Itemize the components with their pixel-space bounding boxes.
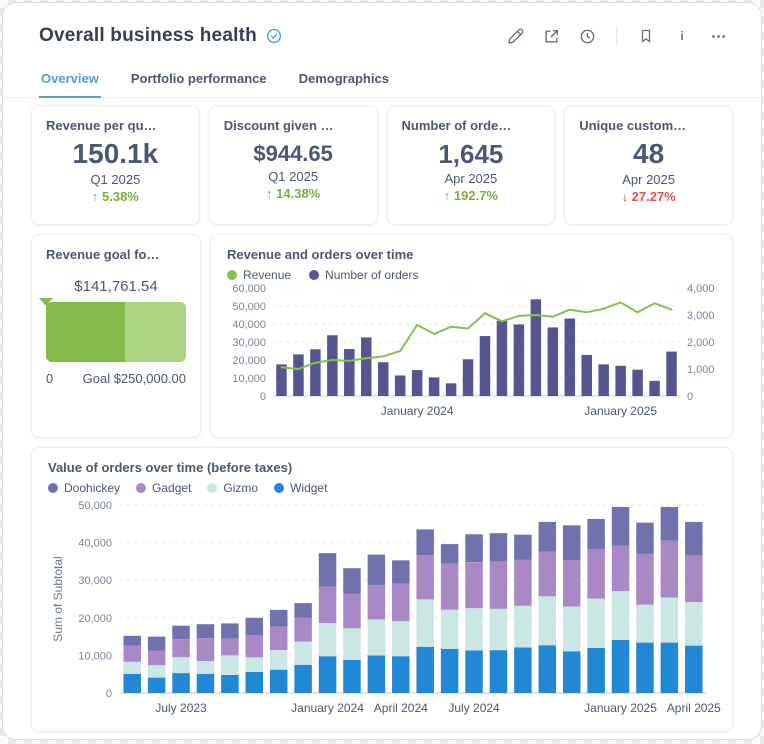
svg-text:10,000: 10,000 <box>232 373 266 385</box>
kpi-period: Apr 2025 <box>622 172 675 187</box>
gauge-min-label: 0 <box>46 371 53 386</box>
svg-text:50,000: 50,000 <box>232 301 266 313</box>
legend-item-gizmo[interactable]: Gizmo <box>207 481 258 495</box>
stacked-chart-card[interactable]: Value of orders over time (before taxes)… <box>31 447 733 732</box>
svg-text:40,000: 40,000 <box>232 319 266 331</box>
svg-text:January 2024: January 2024 <box>291 701 364 715</box>
trend-arrow-icon: ↑ <box>92 189 99 204</box>
kpi-delta: ↑ 5.38% <box>92 189 139 204</box>
svg-text:July 2023: July 2023 <box>155 701 207 715</box>
svg-text:4,000: 4,000 <box>687 283 715 295</box>
kpi-card-title: Unique custom… <box>579 118 718 133</box>
combo-chart-title: Revenue and orders over time <box>227 247 716 262</box>
svg-text:January 2025: January 2025 <box>584 404 657 418</box>
tab-portfolio-performance[interactable]: Portfolio performance <box>129 67 269 97</box>
combo-chart: 0 10,000 20,000 30,000 40,000 50,000 60,000 0 1,… <box>227 282 724 424</box>
verified-badge-icon <box>266 28 282 44</box>
svg-text:2,000: 2,000 <box>687 337 715 349</box>
trend-arrow-icon: ↑ <box>444 188 451 203</box>
kpi-period: Apr 2025 <box>444 171 497 186</box>
header-actions: i <box>502 23 731 49</box>
legend-item-gadget[interactable]: Gadget <box>136 481 191 495</box>
kpi-value: 48 <box>633 139 664 170</box>
kpi-value: $944.65 <box>253 142 333 166</box>
stacked-chart-title: Value of orders over time (before taxes) <box>48 460 716 475</box>
tab-bar: Overview Portfolio performance Demograph… <box>3 49 761 98</box>
kpi-card-title: Number of orde… <box>402 118 541 133</box>
legend-item-revenue[interactable]: Revenue <box>227 268 291 282</box>
svg-text:20,000: 20,000 <box>232 355 266 367</box>
info-icon[interactable]: i <box>669 23 695 49</box>
gauge-card-revenue-goal[interactable]: Revenue goal fo… $141,761.54 0 Goal $250… <box>31 234 201 438</box>
svg-text:i: i <box>680 29 683 43</box>
legend-item-number-of-orders[interactable]: Number of orders <box>309 268 418 282</box>
kpi-value: 150.1k <box>73 139 159 170</box>
ellipsis-icon[interactable] <box>705 23 731 49</box>
share-icon[interactable] <box>538 23 564 49</box>
svg-text:60,000: 60,000 <box>232 283 266 295</box>
gauge-remainder <box>125 302 186 362</box>
svg-text:10,000: 10,000 <box>78 650 112 662</box>
stacked-bar-chart: 0 10,000 20,000 30,000 40,000 50,000 Sum of Su… <box>48 495 724 719</box>
legend-dot-revenue <box>227 270 237 280</box>
svg-text:3,000: 3,000 <box>687 310 715 322</box>
kpi-delta: ↓ 27.27% <box>622 189 676 204</box>
kpi-period: Q1 2025 <box>90 172 140 187</box>
gauge-goal-label: Goal $250,000.00 <box>83 371 186 386</box>
kpi-card-discount-given[interactable]: Discount given … $944.65 Q1 2025 ↑ 14.38… <box>209 105 378 225</box>
legend-dot-gadget <box>136 483 146 493</box>
gauge-value-label: $141,761.54 <box>46 278 186 295</box>
combo-legend: Revenue Number of orders <box>227 268 716 282</box>
kpi-card-title: Discount given … <box>224 118 363 133</box>
kpi-card-title: Revenue per qu… <box>46 118 185 133</box>
svg-text:0: 0 <box>106 688 112 700</box>
kpi-value: 1,645 <box>438 140 503 169</box>
page-title: Overall business health <box>39 25 257 47</box>
trend-arrow-icon: ↑ <box>266 186 273 201</box>
svg-text:1,000: 1,000 <box>687 364 715 376</box>
dashboard-grid: Revenue per qu… 150.1k Q1 2025 ↑ 5.38% D… <box>3 98 761 740</box>
kpi-card-number-of-orders[interactable]: Number of orde… 1,645 Apr 2025 ↑ 192.7% <box>387 105 556 225</box>
stacked-legend: Doohickey Gadget Gizmo Widget <box>48 481 716 495</box>
svg-text:40,000: 40,000 <box>78 538 112 550</box>
gauge-fill <box>46 302 125 362</box>
svg-text:Sum of Subtotal: Sum of Subtotal <box>51 556 65 641</box>
svg-text:January 2025: January 2025 <box>584 701 657 715</box>
trend-arrow-icon: ↓ <box>622 189 629 204</box>
svg-text:April 2024: April 2024 <box>374 701 428 715</box>
gauge-card-title: Revenue goal fo… <box>46 247 186 262</box>
legend-dot-widget <box>274 483 284 493</box>
clock-history-icon[interactable] <box>574 23 600 49</box>
gauge-bar <box>46 302 186 362</box>
svg-text:January 2024: January 2024 <box>381 404 454 418</box>
svg-text:50,000: 50,000 <box>78 500 112 512</box>
kpi-card-unique-customers[interactable]: Unique custom… 48 Apr 2025 ↓ 27.27% <box>564 105 733 225</box>
tab-demographics[interactable]: Demographics <box>297 67 391 97</box>
legend-item-widget[interactable]: Widget <box>274 481 327 495</box>
kpi-period: Q1 2025 <box>268 169 318 184</box>
gauge-chart: $141,761.54 0 Goal $250,000.00 <box>46 302 186 386</box>
legend-dot-gizmo <box>207 483 217 493</box>
svg-text:30,000: 30,000 <box>78 575 112 587</box>
kpi-card-revenue-per-quarter[interactable]: Revenue per qu… 150.1k Q1 2025 ↑ 5.38% <box>31 105 200 225</box>
legend-dot-doohickey <box>48 483 58 493</box>
kpi-delta: ↑ 14.38% <box>266 186 320 201</box>
legend-dot-number-of-orders <box>309 270 319 280</box>
svg-text:20,000: 20,000 <box>78 613 112 625</box>
bookmark-icon[interactable] <box>633 23 659 49</box>
actions-divider <box>616 26 617 46</box>
svg-text:0: 0 <box>687 391 693 403</box>
svg-text:July 2024: July 2024 <box>448 701 500 715</box>
svg-text:30,000: 30,000 <box>232 337 266 349</box>
svg-text:0: 0 <box>260 391 266 403</box>
tab-overview[interactable]: Overview <box>39 67 101 98</box>
kpi-delta: ↑ 192.7% <box>444 188 498 203</box>
dashboard-header: Overall business health i <box>3 3 761 49</box>
legend-item-doohickey[interactable]: Doohickey <box>48 481 120 495</box>
edit-pencil-icon[interactable] <box>502 23 528 49</box>
svg-text:April 2025: April 2025 <box>667 701 721 715</box>
combo-chart-card[interactable]: Revenue and orders over time Revenue Num… <box>210 234 733 438</box>
dashboard-container: Overall business health i <box>2 2 762 740</box>
